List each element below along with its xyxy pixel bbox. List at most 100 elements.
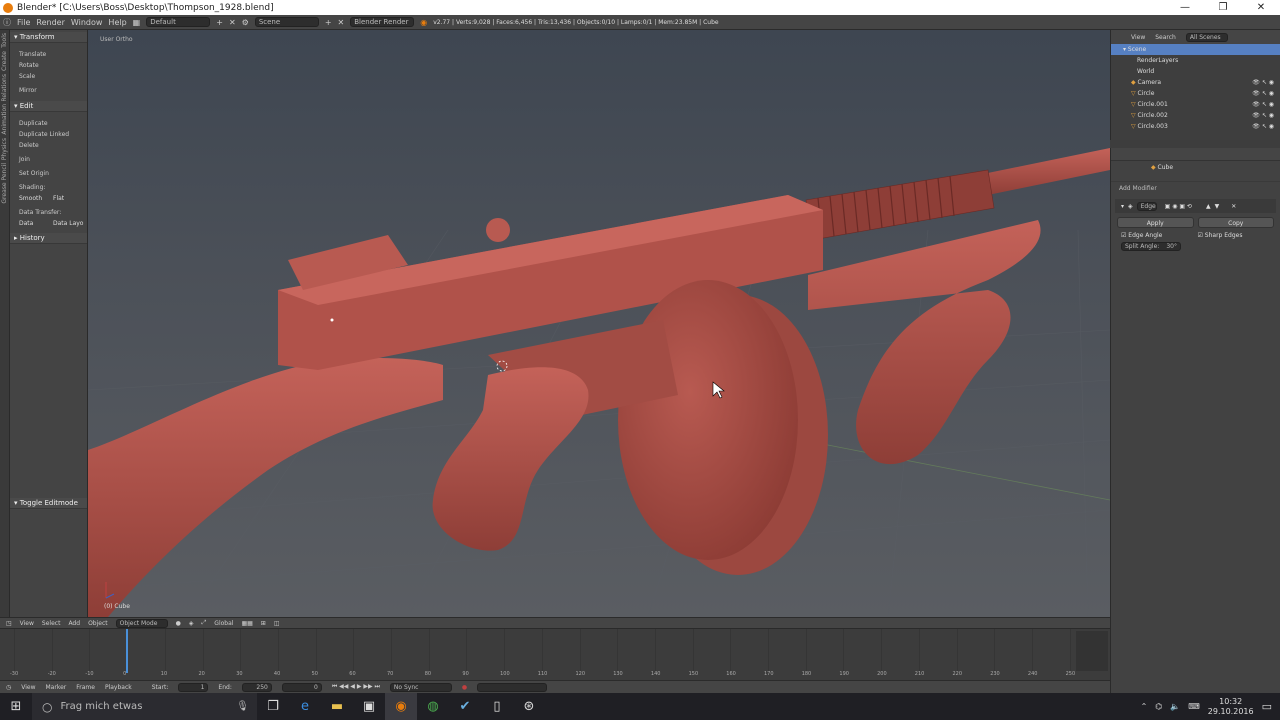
add-layout-icon[interactable]: +	[216, 18, 223, 27]
outliner-item-circle-002[interactable]: ▽ Circle.002 👁 ↖ ◉	[1111, 110, 1280, 121]
3d-viewport[interactable]: User Ortho (0) Cube	[88, 30, 1110, 617]
mirror-button[interactable]: Mirror	[10, 85, 87, 96]
add-modifier-button[interactable]: Add Modifier	[1111, 181, 1280, 195]
set-origin-button[interactable]: Set Origin	[10, 168, 87, 179]
pistol-grip[interactable]	[432, 367, 589, 551]
maximize-button[interactable]: ❐	[1204, 0, 1242, 15]
flat-button[interactable]: Flat	[53, 193, 87, 204]
timeline-menu-view[interactable]: View	[21, 684, 35, 691]
app-checkmark-icon[interactable]: ✔	[449, 693, 481, 720]
translate-button[interactable]: Translate	[10, 49, 87, 60]
snap-icon[interactable]: ⊞	[261, 620, 266, 627]
orientation-select[interactable]: Global	[214, 620, 233, 627]
panel-toggle-editmode-header[interactable]: ▾ Toggle Editmode	[10, 498, 87, 509]
menu-object[interactable]: Object	[88, 620, 108, 627]
modifier-name-field[interactable]: Edge	[1136, 201, 1157, 211]
timeline-menu-frame[interactable]: Frame	[76, 684, 95, 691]
volume-icon[interactable]: 🔈	[1170, 702, 1180, 711]
mode-select[interactable]: Object Mode	[115, 618, 168, 628]
render-preview-icon[interactable]: ◫	[274, 620, 280, 627]
tab-grease-pencil[interactable]: Grease Pencil	[1, 163, 8, 204]
outliner-menu-view[interactable]: View	[1131, 34, 1145, 41]
timeline-editor-icon[interactable]: ◷	[6, 684, 11, 691]
menu-view[interactable]: View	[20, 620, 34, 627]
shading-icon[interactable]: ●	[176, 620, 181, 627]
microphone-icon[interactable]: 🎙	[236, 701, 249, 712]
data-layout-button[interactable]: Data Layo	[53, 218, 87, 229]
duplicate-button[interactable]: Duplicate	[10, 118, 87, 129]
current-frame-field[interactable]: 0	[281, 682, 322, 692]
tab-physics[interactable]: Physics	[1, 138, 8, 160]
remove-layout-icon[interactable]: ✕	[229, 18, 236, 27]
smooth-button[interactable]: Smooth	[19, 193, 53, 204]
tray-arrow-icon[interactable]: ⌃	[1141, 702, 1148, 711]
outliner-item-world[interactable]: World	[1111, 66, 1280, 77]
playback-controls[interactable]: ⏮ ◀◀ ◀ ▶ ▶▶ ⏭	[332, 683, 380, 691]
menu-render[interactable]: Render	[36, 18, 64, 27]
delete-button[interactable]: Delete	[10, 140, 87, 151]
clock[interactable]: 10:32 29.10.2016	[1208, 697, 1254, 717]
outliner-menu-search[interactable]: Search	[1155, 34, 1176, 41]
document-icon[interactable]: ▯	[481, 693, 513, 720]
viewport-canvas[interactable]	[88, 30, 1110, 617]
network-icon[interactable]: ⌬	[1155, 702, 1162, 711]
menu-add[interactable]: Add	[68, 620, 80, 627]
layers-icon[interactable]: ▦▦	[241, 620, 252, 627]
split-angle-field[interactable]: Split Angle: 30°	[1121, 242, 1181, 251]
modifier-collapse-icon[interactable]: ▾	[1121, 203, 1124, 210]
start-button[interactable]: ⊞	[0, 693, 32, 720]
scene-field[interactable]: Scene	[254, 17, 319, 27]
menu-window[interactable]: Window	[71, 18, 103, 27]
file-explorer-icon[interactable]: ▬	[321, 693, 353, 720]
outliner-item-camera[interactable]: ◆ Camera 👁 ↖ ◉	[1111, 77, 1280, 88]
properties-tabs[interactable]	[1111, 148, 1280, 161]
keying-set-field[interactable]	[477, 682, 548, 692]
modifier-up-icon[interactable]: ▲	[1206, 203, 1211, 210]
modifier-remove-icon[interactable]: ✕	[1231, 203, 1236, 210]
edge-angle-checkbox[interactable]: ☑ Edge Angle	[1121, 232, 1198, 239]
layout-field[interactable]: Default	[146, 17, 211, 27]
store-icon[interactable]: ▣	[353, 693, 385, 720]
outliner-display-select[interactable]: All Scenes	[1185, 32, 1228, 42]
remove-scene-icon[interactable]: ✕	[338, 18, 345, 27]
tab-animation[interactable]: Animation	[1, 104, 8, 135]
timeline[interactable]: -30 -20 -10 0 10 20 30 40 50 60 70 80 90 100 110 120 130…	[0, 628, 1110, 680]
data-button[interactable]: Data	[19, 218, 53, 229]
close-button[interactable]: ✕	[1242, 0, 1280, 15]
modifier-down-icon[interactable]: ▼	[1215, 203, 1220, 210]
join-button[interactable]: Join	[10, 154, 87, 165]
menu-help[interactable]: Help	[108, 18, 126, 27]
timeline-menu-playback[interactable]: Playback	[105, 684, 132, 691]
outliner-item-circle[interactable]: ▽ Circle 👁 ↖ ◉	[1111, 88, 1280, 99]
scene-icon[interactable]: ⚙	[242, 18, 249, 27]
edge-browser-icon[interactable]: e	[289, 693, 321, 720]
timeline-menu-marker[interactable]: Marker	[46, 684, 67, 691]
thompson-model[interactable]	[88, 148, 1110, 617]
layout-icon[interactable]: ▦	[133, 18, 141, 27]
menu-file[interactable]: File	[17, 18, 30, 27]
stock[interactable]	[88, 357, 443, 617]
start-frame-field[interactable]: 1	[178, 682, 209, 692]
panel-edit-header[interactable]: ▾ Edit	[10, 101, 87, 112]
sync-select[interactable]: No Sync	[389, 682, 452, 692]
render-engine-select[interactable]: Blender Render	[350, 17, 415, 27]
notifications-icon[interactable]: ▭	[1262, 700, 1272, 713]
drum-magazine[interactable]	[618, 280, 798, 560]
blender-taskbar-icon[interactable]: ◉	[385, 693, 417, 720]
copy-button[interactable]: Copy	[1197, 217, 1274, 228]
pivot-icon[interactable]: ◈	[189, 620, 194, 627]
scale-button[interactable]: Scale	[10, 71, 87, 82]
steam-icon[interactable]: ⊛	[513, 693, 545, 720]
outliner-item-scene[interactable]: ▾ Scene	[1111, 44, 1280, 55]
editor-type-icon[interactable]: ◳	[6, 620, 12, 627]
barrel[interactable]	[978, 148, 1110, 196]
tab-relations[interactable]: Relations	[1, 74, 8, 102]
menu-select[interactable]: Select	[42, 620, 61, 627]
tab-create[interactable]: Create	[1, 51, 8, 71]
tab-tools[interactable]: Tools	[1, 33, 8, 48]
keyboard-icon[interactable]: ⌨	[1188, 702, 1200, 711]
duplicate-linked-button[interactable]: Duplicate Linked	[10, 129, 87, 140]
taskbar-search[interactable]: ○ Frag mich etwas 🎙	[32, 693, 257, 720]
record-icon[interactable]: ●	[462, 684, 467, 691]
current-frame-indicator[interactable]	[126, 629, 128, 673]
